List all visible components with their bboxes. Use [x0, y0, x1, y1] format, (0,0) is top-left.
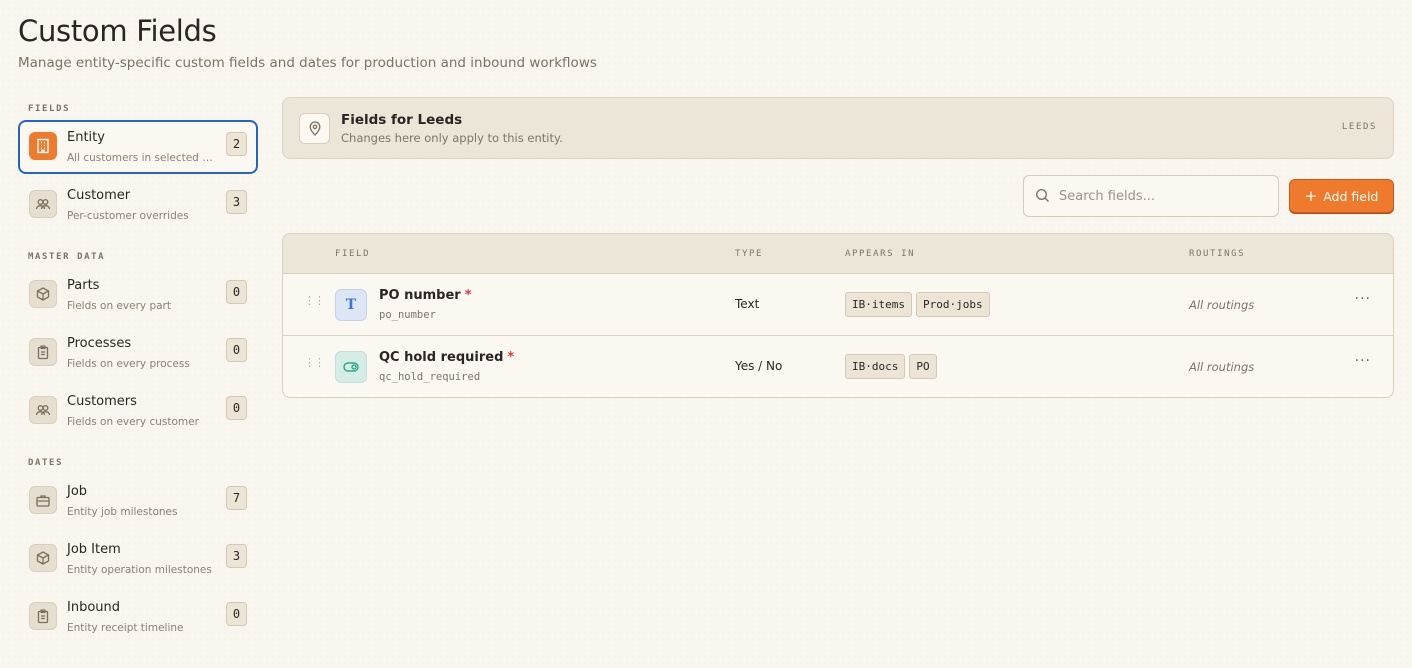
sidebar-section-fields-heading: FIELDS	[28, 104, 71, 114]
required-marker: *	[464, 288, 472, 303]
required-marker: *	[507, 350, 515, 365]
field-name: PO number *	[379, 288, 472, 303]
appears-in-chip: IB·docs	[845, 354, 906, 379]
column-header-field: FIELD	[335, 249, 371, 259]
column-header-appears-in: APPEARS IN	[845, 249, 916, 259]
page-subtitle: Manage entity-specific custom fields and…	[18, 55, 597, 71]
sidebar-item-inbound[interactable]: Inbound Entity receipt timeline 0	[18, 590, 258, 644]
more-options-icon[interactable]: ···	[1355, 353, 1371, 369]
banner-title: Fields for Leeds	[341, 112, 463, 128]
sidebar-section-dates-heading: DATES	[28, 458, 64, 468]
sidebar-item-parts[interactable]: Parts Fields on every part 0	[18, 268, 258, 322]
count-badge: 0	[226, 338, 247, 362]
sidebar-item-label: Job Item	[67, 542, 121, 557]
sidebar-item-label: Processes	[67, 336, 132, 351]
appears-in-chip: IB·items	[845, 292, 912, 317]
sidebar-item-description: Fields on every part	[67, 300, 171, 312]
sidebar-item-description: Entity job milestones	[67, 506, 178, 518]
sidebar-item-description: Fields on every customer	[67, 416, 199, 428]
count-badge: 2	[226, 132, 247, 156]
routings-value: All routings	[1189, 298, 1255, 312]
building-icon	[29, 132, 57, 160]
sidebar-item-customer[interactable]: Customer Per-customer overrides 3	[18, 178, 258, 232]
sidebar-item-label: Entity	[67, 130, 105, 145]
drag-handle-icon[interactable]: ⋮⋮	[304, 357, 325, 368]
appears-in-chips: IB·docs PO	[845, 354, 937, 379]
sidebar-item-label: Parts	[67, 278, 100, 293]
drag-handle-icon[interactable]: ⋮⋮	[304, 295, 325, 306]
fields-table: FIELD TYPE APPEARS IN ROUTINGS ⋮⋮ T PO n…	[282, 233, 1394, 398]
plus-icon: +	[1304, 186, 1318, 205]
count-badge: 3	[226, 544, 247, 568]
field-key: po_number	[379, 309, 436, 321]
map-pin-icon	[299, 113, 330, 144]
field-name: QC hold required *	[379, 350, 515, 365]
table-header: FIELD TYPE APPEARS IN ROUTINGS	[283, 234, 1393, 274]
search-box	[1023, 175, 1279, 217]
column-header-routings: ROUTINGS	[1189, 249, 1246, 259]
count-badge: 0	[226, 280, 247, 304]
appears-in-chip: PO	[909, 354, 937, 379]
clipboard-icon	[29, 338, 57, 366]
column-header-type: TYPE	[735, 249, 764, 259]
page-title: Custom Fields	[18, 14, 217, 48]
field-type: Text	[735, 297, 760, 311]
more-options-icon[interactable]: ···	[1355, 291, 1371, 307]
box-icon	[29, 544, 57, 572]
entity-banner: Fields for Leeds Changes here only apply…	[282, 97, 1394, 159]
sidebar-item-description: Per-customer overrides	[67, 210, 189, 222]
sidebar-item-job[interactable]: Job Entity job milestones 7	[18, 474, 258, 528]
entity-tag: LEEDS	[1341, 122, 1377, 132]
sidebar-item-job-item[interactable]: Job Item Entity operation milestones 3	[18, 532, 258, 586]
add-field-label: Add field	[1323, 188, 1379, 204]
sidebar: FIELDS Entity All customers in selected …	[18, 98, 258, 648]
text-type-icon: T	[335, 289, 367, 321]
banner-subtitle: Changes here only apply to this entity.	[341, 131, 563, 145]
table-row[interactable]: ⋮⋮ QC hold required * qc_hold_required Ye…	[283, 336, 1393, 397]
count-badge: 3	[226, 190, 247, 214]
users-icon	[29, 396, 57, 424]
search-icon	[1035, 188, 1050, 207]
field-type: Yes / No	[735, 359, 783, 373]
count-badge: 0	[226, 396, 247, 420]
sidebar-item-label: Inbound	[67, 600, 121, 615]
sidebar-item-description: Fields on every process	[67, 358, 190, 370]
count-badge: 0	[226, 602, 247, 626]
box-icon	[29, 280, 57, 308]
briefcase-icon	[29, 486, 57, 514]
appears-in-chips: IB·items Prod·jobs	[845, 292, 990, 317]
add-field-button[interactable]: + Add field	[1289, 179, 1394, 213]
sidebar-item-label: Customer	[67, 188, 131, 203]
sidebar-item-customers[interactable]: Customers Fields on every customer 0	[18, 384, 258, 438]
users-icon	[29, 190, 57, 218]
toggle-icon	[335, 351, 367, 383]
table-row[interactable]: ⋮⋮ T PO number * po_number Text IB·items …	[283, 274, 1393, 336]
clipboard-icon	[29, 602, 57, 630]
sidebar-item-entity[interactable]: Entity All customers in selected entity …	[18, 120, 258, 174]
sidebar-item-label: Job	[67, 484, 88, 499]
sidebar-item-description: All customers in selected entity	[67, 152, 215, 164]
search-input[interactable]	[1059, 176, 1269, 216]
appears-in-chip: Prod·jobs	[915, 292, 990, 317]
sidebar-item-description: Entity receipt timeline	[67, 622, 184, 634]
sidebar-item-label: Customers	[67, 394, 137, 409]
sidebar-item-description: Entity operation milestones	[67, 564, 212, 576]
sidebar-section-master-data-heading: MASTER DATA	[28, 252, 106, 262]
routings-value: All routings	[1189, 360, 1255, 374]
sidebar-item-processes[interactable]: Processes Fields on every process 0	[18, 326, 258, 380]
count-badge: 7	[226, 486, 247, 510]
field-key: qc_hold_required	[379, 371, 481, 383]
